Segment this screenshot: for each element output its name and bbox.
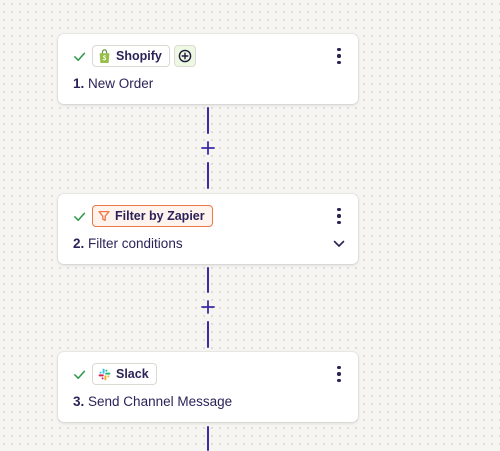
step-title: 3. Send Channel Message	[73, 394, 232, 409]
check-icon	[72, 367, 86, 381]
step-name: Filter conditions	[88, 236, 183, 251]
check-icon	[72, 209, 86, 223]
kebab-menu-icon[interactable]	[332, 364, 346, 384]
connector-line	[207, 162, 209, 189]
filter-funnel-icon	[98, 210, 110, 222]
check-icon	[72, 49, 86, 63]
kebab-menu-icon[interactable]	[332, 206, 346, 226]
plus-icon[interactable]	[199, 298, 217, 316]
chevron-down-icon[interactable]	[332, 237, 346, 251]
connector-line	[207, 321, 209, 348]
app-name: Slack	[116, 367, 149, 381]
connector-line	[207, 267, 209, 293]
kebab-menu-icon[interactable]	[332, 46, 346, 66]
step-title: 2. Filter conditions	[73, 236, 183, 251]
step-card-shopify[interactable]: Shopify 1. New Order	[58, 34, 358, 104]
step-number: 1.	[73, 76, 85, 91]
connector-line	[207, 107, 209, 134]
slack-logo-icon	[98, 368, 111, 381]
shopify-bag-icon	[98, 48, 111, 64]
app-name: Filter by Zapier	[115, 209, 205, 223]
connector-line	[207, 426, 209, 451]
step-number: 2.	[73, 236, 85, 251]
step-header: Shopify	[72, 44, 196, 68]
app-badge-filter[interactable]: Filter by Zapier	[92, 205, 213, 227]
step-header: Slack	[72, 362, 157, 386]
app-name: Shopify	[116, 49, 162, 63]
step-card-filter[interactable]: Filter by Zapier 2. Filter conditions	[58, 194, 358, 264]
app-badge-shopify[interactable]: Shopify	[92, 45, 170, 67]
step-header: Filter by Zapier	[72, 204, 213, 228]
step-name: New Order	[88, 76, 154, 91]
zap-editor-canvas: Shopify 1. New Order Filter by Zapier 2.…	[0, 0, 500, 451]
step-name: Send Channel Message	[88, 394, 233, 409]
app-badge-slack[interactable]: Slack	[92, 363, 157, 385]
step-title: 1. New Order	[73, 76, 153, 91]
circle-plus-icon[interactable]	[173, 45, 196, 67]
step-number: 3.	[73, 394, 85, 409]
plus-icon[interactable]	[199, 139, 217, 157]
step-card-slack[interactable]: Slack 3. Send Channel Message	[58, 352, 358, 422]
